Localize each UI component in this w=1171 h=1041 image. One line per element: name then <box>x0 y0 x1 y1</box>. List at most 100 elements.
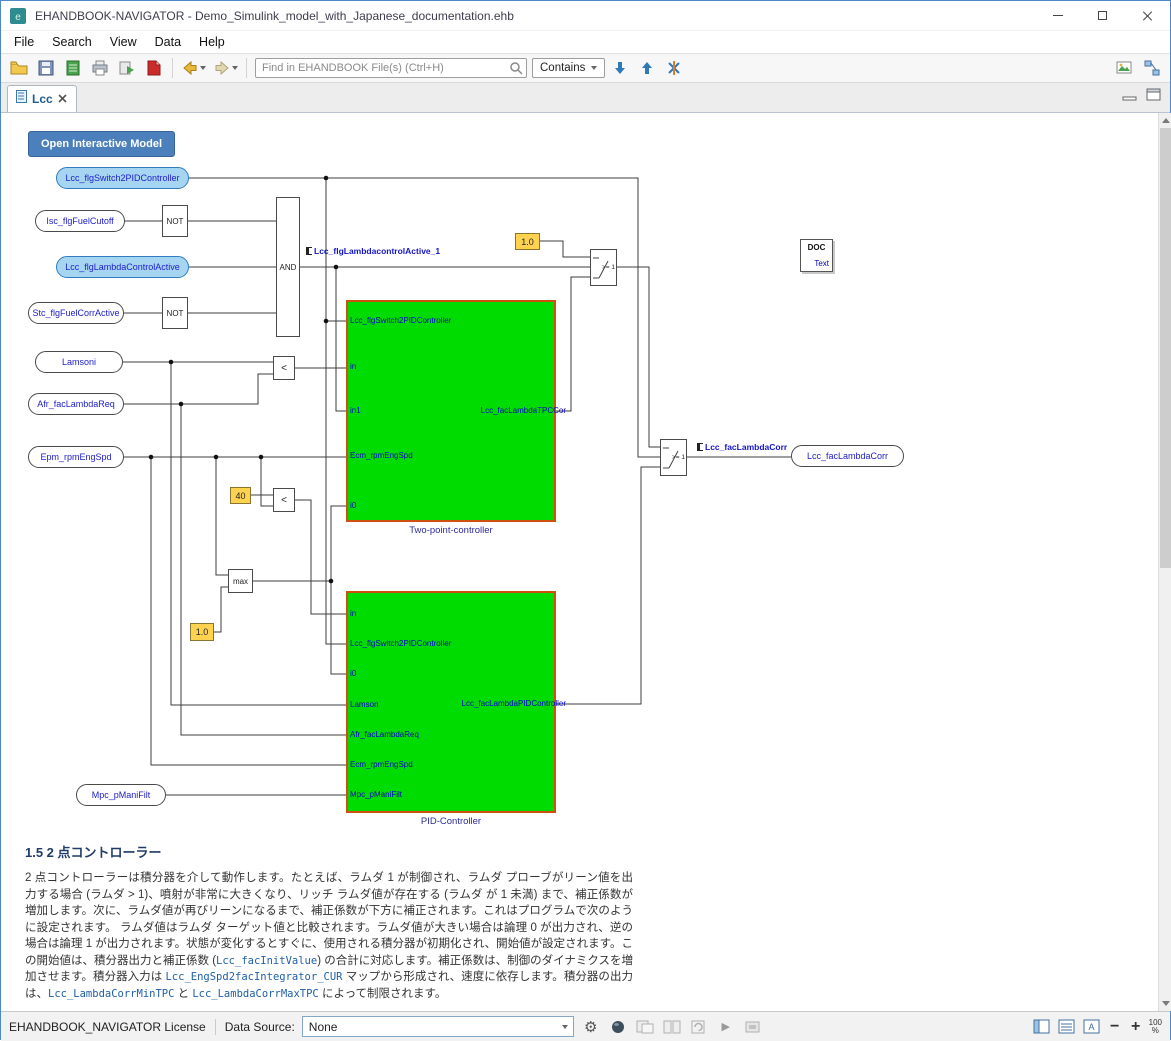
scrollbar-thumb[interactable] <box>1160 128 1171 568</box>
doc-section-heading: 1.5 2 点コントローラー <box>25 842 162 861</box>
and-block[interactable]: AND <box>276 197 300 337</box>
not-block-2[interactable]: NOT <box>162 297 188 329</box>
close-button[interactable] <box>1125 1 1170 30</box>
inport-afr-faclambdareq[interactable]: Afr_facLambdaReq <box>28 393 124 415</box>
menu-search[interactable]: Search <box>43 33 101 51</box>
pdf-export-icon[interactable] <box>142 56 166 80</box>
constant-1-0-left[interactable]: 1.0 <box>190 623 214 641</box>
inport-mpc-pmanifilt[interactable]: Mpc_pManiFilt <box>76 784 166 806</box>
switch-condition-label: >= 1 <box>672 454 685 461</box>
menu-bar: File Search View Data Help <box>1 31 1170 53</box>
scroll-up-icon[interactable] <box>1159 113 1171 128</box>
menu-help[interactable]: Help <box>190 33 234 51</box>
switch-block-2[interactable]: >= 1 <box>660 439 687 476</box>
search-icon <box>509 61 523 80</box>
tpc-input-label: Lcc_flgSwitch2PIDController <box>350 316 451 325</box>
snapshot-icon[interactable] <box>635 1017 655 1037</box>
svg-text:e: e <box>15 12 21 23</box>
layout-panel-icon-2[interactable] <box>1057 1017 1077 1037</box>
menu-view[interactable]: View <box>101 33 146 51</box>
refresh-data-icon[interactable] <box>689 1017 709 1037</box>
signal-tag-icon <box>306 247 312 255</box>
back-icon <box>181 59 199 77</box>
tpc-caption: Two-point-controller <box>346 525 556 536</box>
menu-data[interactable]: Data <box>146 33 190 51</box>
toolbar-separator <box>172 58 173 78</box>
doc-code: Lcc_LambdaCorrMinTPC <box>48 988 174 1000</box>
compare-block-1[interactable]: < <box>273 356 295 380</box>
doc-text-block[interactable]: DOC Text <box>800 239 833 272</box>
forward-button[interactable] <box>211 59 240 77</box>
compare-block-2[interactable]: < <box>273 488 295 512</box>
signal-label-lambdacontrolactive: Lcc_flgLambdacontrolActive_1 <box>306 246 440 256</box>
settings-gear-icon[interactable]: ⚙ <box>581 1017 601 1037</box>
max-block[interactable]: max <box>228 569 253 593</box>
outport-lcc-faclambdacorr[interactable]: Lcc_facLambdaCorr <box>791 445 904 467</box>
inport-lcc-flgswitch2pidcontroller[interactable]: Lcc_flgSwitch2PIDController <box>56 167 189 189</box>
pid-input-label: Lamson <box>350 700 378 709</box>
switch-block-1[interactable]: >= 1 <box>590 249 617 286</box>
switch-condition-label: >= 1 <box>602 264 615 271</box>
print-icon[interactable] <box>88 56 112 80</box>
doc-block-title: DOC <box>801 243 832 252</box>
layout-panel-icon-3[interactable]: A <box>1082 1017 1102 1037</box>
constant-1-0-top[interactable]: 1.0 <box>515 233 540 250</box>
open-file-icon[interactable] <box>7 56 31 80</box>
toolbar-separator <box>246 58 247 78</box>
export-icon[interactable] <box>115 56 139 80</box>
forward-icon <box>213 59 231 77</box>
window-title: EHANDBOOK-NAVIGATOR - Demo_Simulink_mode… <box>35 9 514 23</box>
back-button[interactable] <box>179 59 208 77</box>
doc-code: Lcc_EngSpd2facIntegrator_CUR <box>165 971 342 983</box>
menu-file[interactable]: File <box>5 33 43 51</box>
maximize-view-icon[interactable] <box>1146 88 1162 107</box>
contains-dropdown[interactable]: Contains <box>532 58 605 78</box>
scroll-down-icon[interactable] <box>1159 996 1171 1011</box>
tab-lcc[interactable]: Lcc <box>7 85 77 112</box>
maximize-icon <box>1098 11 1107 20</box>
pid-output-label: Lcc_facLambdaPIDController <box>462 699 567 708</box>
layout-panel-icon-1[interactable] <box>1032 1017 1052 1037</box>
pid-input-label: Afr_facLambdaReq <box>350 730 419 739</box>
highlight-occurrences-icon[interactable] <box>662 56 686 80</box>
data-source-select[interactable]: None <box>302 1016 574 1037</box>
inport-isc-flgfuelcutoff[interactable]: Isc_flgFuelCutoff <box>35 210 125 232</box>
image-view-icon[interactable] <box>1112 56 1136 80</box>
search-input[interactable] <box>255 58 527 78</box>
inport-lcc-flglambdacontrolactive[interactable]: Lcc_flgLambdaControlActive <box>56 256 189 278</box>
compare-views-icon[interactable] <box>662 1017 682 1037</box>
play-measurement-icon[interactable]: ▶ <box>716 1017 736 1037</box>
signal-label-faclambdacorr: Lcc_facLambdaCorr <box>697 442 787 452</box>
forward-history-caret-icon[interactable] <box>232 66 238 70</box>
constant-40[interactable]: 40 <box>230 487 251 504</box>
find-previous-icon[interactable] <box>635 56 659 80</box>
inport-stc-flgfuelcorractive[interactable]: Stc_flgFuelCorrActive <box>28 302 124 324</box>
tab-close-icon[interactable] <box>58 90 67 108</box>
vertical-scrollbar[interactable] <box>1158 113 1171 1011</box>
inport-lamsoni[interactable]: Lamsoni <box>35 351 123 373</box>
record-measurement-icon[interactable] <box>743 1017 763 1037</box>
save-icon[interactable] <box>34 56 58 80</box>
maximize-button[interactable] <box>1080 1 1125 30</box>
model-view-icon[interactable] <box>1140 56 1164 80</box>
data-source-caret-icon <box>562 1025 568 1029</box>
zoom-in-button[interactable]: + <box>1128 1018 1144 1036</box>
minimize-view-icon[interactable] <box>1122 88 1138 107</box>
inport-epm-rpmengspd[interactable]: Epm_rpmEngSpd <box>28 446 124 468</box>
pid-input-label: Ecm_rpmEngSpd <box>350 760 413 769</box>
zoom-percent-unit: % <box>1149 1027 1162 1035</box>
data-source-value: None <box>309 1020 338 1034</box>
open-interactive-model-button[interactable]: Open Interactive Model <box>28 131 175 157</box>
back-history-caret-icon[interactable] <box>200 66 206 70</box>
model-view: Open Interactive Model Lcc_flgSwitch2PID… <box>1 113 1171 1011</box>
doc-block-subtitle: Text <box>814 259 829 268</box>
zoom-out-button[interactable]: − <box>1107 1018 1123 1036</box>
tpc-input-label: in <box>350 362 356 371</box>
find-next-icon[interactable] <box>608 56 632 80</box>
data-source-globe-icon[interactable] <box>608 1017 628 1037</box>
not-block-1[interactable]: NOT <box>162 205 188 237</box>
minimize-button[interactable] <box>1035 1 1080 30</box>
svg-text:A: A <box>1089 1022 1095 1032</box>
import-ehb-icon[interactable] <box>61 56 85 80</box>
zoom-level: 100 % <box>1149 1019 1162 1035</box>
